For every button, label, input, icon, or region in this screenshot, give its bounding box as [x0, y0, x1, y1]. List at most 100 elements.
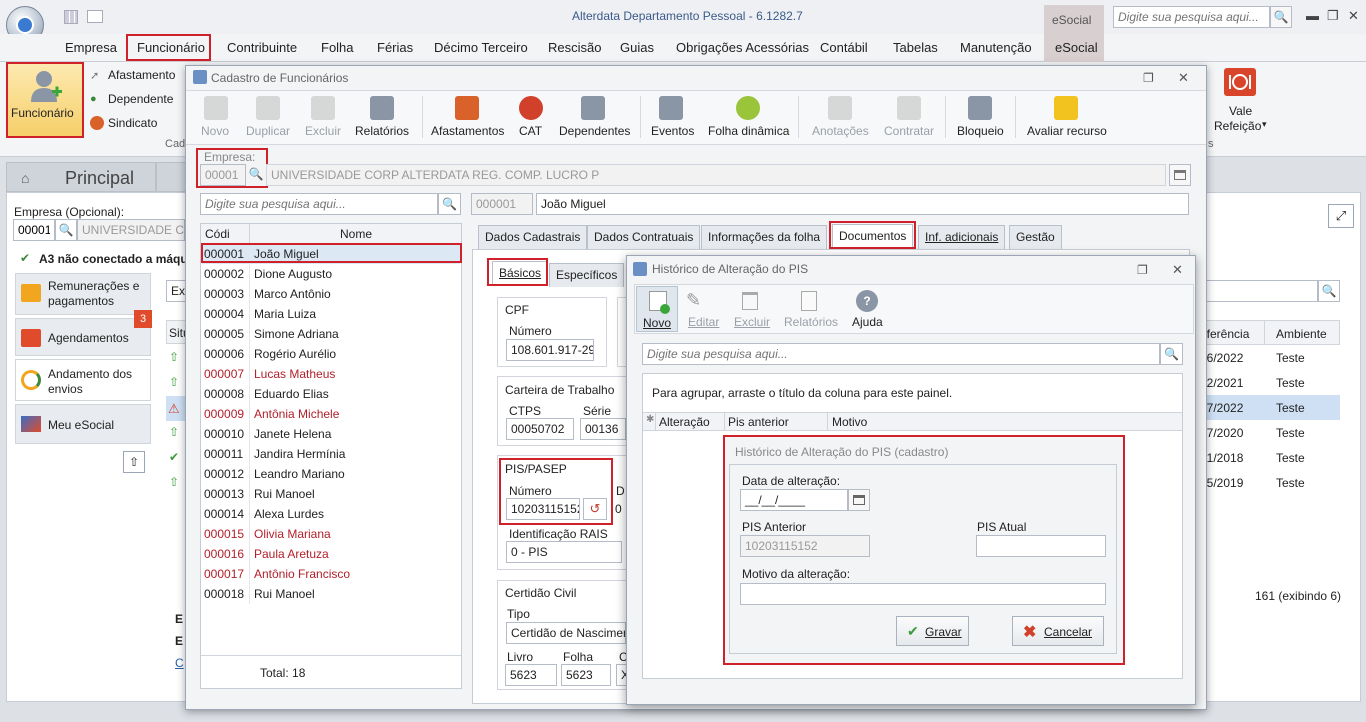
- selected-name-field[interactable]: João Miguel: [536, 193, 1189, 215]
- toolbar-novo-button[interactable]: Novo: [201, 124, 229, 138]
- table-row[interactable]: 000007 Lucas Matheus: [202, 364, 460, 384]
- table-row[interactable]: 000018 Rui Manoel: [202, 584, 460, 604]
- tab-documentos[interactable]: Documentos: [832, 224, 914, 250]
- relatorios-button[interactable]: Relatórios: [784, 315, 838, 329]
- menu-contabil[interactable]: Contábil: [820, 40, 868, 55]
- table-row[interactable]: 000014 Alexa Lurdes: [202, 504, 460, 524]
- funcionario-ribbon-button[interactable]: Funcionário: [7, 63, 83, 137]
- vale-label[interactable]: Vale: [1229, 104, 1252, 118]
- table-row[interactable]: 07/2022 Teste: [1196, 395, 1340, 420]
- menu-manutencao[interactable]: Manutenção: [960, 40, 1032, 55]
- cancelar-button[interactable]: ✖ Cancelar: [1012, 616, 1104, 646]
- toolbar-cat-button[interactable]: CAT: [519, 124, 542, 138]
- tab-dados-contratuais[interactable]: Dados Contratuais: [587, 225, 701, 249]
- toolbar-folha-dinâmica-button[interactable]: Folha dinâmica: [708, 124, 789, 138]
- menu-ferias[interactable]: Férias: [377, 40, 413, 55]
- novo-button[interactable]: Novo: [636, 286, 678, 332]
- global-search-input[interactable]: [1113, 6, 1270, 28]
- qat-grid-icon[interactable]: [64, 10, 78, 24]
- toolbar-excluir-button[interactable]: Excluir: [305, 124, 341, 138]
- nav-andamento[interactable]: Andamento dos envios: [15, 359, 151, 401]
- menu-folha[interactable]: Folha: [321, 40, 354, 55]
- gravar-button[interactable]: ✔ Gravar: [896, 616, 969, 646]
- historico-search-input[interactable]: [642, 343, 1160, 365]
- expand-icon[interactable]: ⤢: [1328, 204, 1354, 228]
- table-row[interactable]: 000005 Simone Adriana: [202, 324, 460, 344]
- excluir-button[interactable]: Excluir: [734, 315, 770, 329]
- c-link[interactable]: C: [175, 656, 184, 670]
- col-referencia[interactable]: eferência: [1200, 327, 1249, 341]
- close-icon[interactable]: ✕: [1348, 8, 1359, 24]
- toolbar-anotações-button[interactable]: Anotações: [812, 124, 869, 138]
- restore-icon[interactable]: ❐: [1137, 263, 1148, 277]
- tipo-select[interactable]: Certidão de Nascimen: [506, 622, 626, 644]
- tab-principal[interactable]: ⌂ Principal: [6, 162, 156, 192]
- table-row[interactable]: 12/2021 Teste: [1196, 370, 1340, 395]
- table-row[interactable]: 000008 Eduardo Elias: [202, 384, 460, 404]
- table-row[interactable]: 000003 Marco Antônio: [202, 284, 460, 304]
- table-row[interactable]: 07/2020 Teste: [1196, 420, 1340, 445]
- col-pis-anterior[interactable]: Pis anterior: [728, 415, 789, 429]
- table-row[interactable]: 000002 Dione Augusto: [202, 264, 460, 284]
- nav-remuneracoes[interactable]: Remunerações e pagamentos: [15, 273, 151, 315]
- menu-funcionario[interactable]: Funcionário: [137, 40, 205, 55]
- tab-inf-adicionais[interactable]: Inf. adicionais: [918, 225, 1006, 249]
- pis-atual-input[interactable]: [976, 535, 1106, 557]
- close-icon[interactable]: ✕: [1172, 262, 1183, 278]
- editar-button[interactable]: Editar: [688, 315, 719, 329]
- motivo-input[interactable]: [740, 583, 1106, 605]
- table-row[interactable]: 000004 Maria Luiza: [202, 304, 460, 324]
- menu-rescisao[interactable]: Rescisão: [548, 40, 601, 55]
- dropdown-arrow-icon[interactable]: ▾: [1262, 119, 1267, 130]
- table-row[interactable]: 000015 Olivia Mariana: [202, 524, 460, 544]
- table-row[interactable]: 000013 Rui Manoel: [202, 484, 460, 504]
- cpf-field[interactable]: 108.601.917-29: [506, 339, 594, 361]
- folha-field[interactable]: 5623: [561, 664, 611, 686]
- refeicao-label[interactable]: Refeição: [1214, 119, 1261, 133]
- empresa-code-input[interactable]: [13, 219, 55, 241]
- search-icon[interactable]: 🔍: [1318, 280, 1340, 302]
- toolbar-dependentes-button[interactable]: Dependentes: [559, 124, 630, 138]
- search-icon[interactable]: 🔍: [1160, 343, 1183, 365]
- col-name[interactable]: Nome: [340, 227, 372, 241]
- table-row[interactable]: 000012 Leandro Mariano: [202, 464, 460, 484]
- table-row[interactable]: 000016 Paula Aretuza: [202, 544, 460, 564]
- tab-dados-cadastrais[interactable]: Dados Cadastrais: [478, 225, 588, 249]
- menu-obrigacoes[interactable]: Obrigações Acessórias: [676, 40, 809, 55]
- menu-esocial[interactable]: eSocial: [1055, 40, 1098, 55]
- menu-tabelas[interactable]: Tabelas: [893, 40, 938, 55]
- table-row[interactable]: 01/2018 Teste: [1196, 445, 1340, 470]
- col-alteracao[interactable]: Alteração: [659, 415, 710, 429]
- employee-search-input[interactable]: [200, 193, 438, 215]
- menu-guias[interactable]: Guias: [620, 40, 654, 55]
- toolbar-bloqueio-button[interactable]: Bloqueio: [957, 124, 1004, 138]
- minimize-icon[interactable]: ▬: [1306, 8, 1319, 23]
- menu-contribuinte[interactable]: Contribuinte: [227, 40, 297, 55]
- menu-empresa[interactable]: Empresa: [65, 40, 117, 55]
- toolbar-afastamentos-button[interactable]: Afastamentos: [431, 124, 504, 138]
- toolbar-contratar-button[interactable]: Contratar: [884, 124, 934, 138]
- menu-decimo-terceiro[interactable]: Décimo Terceiro: [434, 40, 528, 55]
- toolbar-avaliar-recurso-button[interactable]: Avaliar recurso: [1027, 124, 1107, 138]
- restore-icon[interactable]: ❐: [1143, 71, 1154, 85]
- upload-icon[interactable]: ⇧: [123, 451, 145, 473]
- toolbar-duplicar-button[interactable]: Duplicar: [246, 124, 290, 138]
- nav-agendamentos[interactable]: Agendamentos 3: [15, 310, 152, 356]
- search-icon[interactable]: 🔍: [55, 219, 77, 241]
- calendar-icon[interactable]: [1169, 164, 1191, 186]
- tab-informacoes-folha[interactable]: Informações da folha: [701, 225, 828, 249]
- table-row[interactable]: 000001 João Miguel: [202, 244, 460, 264]
- subtab-especificos[interactable]: Específicos: [549, 263, 625, 287]
- rais-select[interactable]: 0 - PIS: [506, 541, 622, 563]
- data-alteracao-input[interactable]: __/__/____: [740, 489, 848, 511]
- col-ambiente[interactable]: Ambiente: [1276, 327, 1327, 341]
- subtab-basicos[interactable]: Básicos: [492, 261, 549, 285]
- table-row[interactable]: 06/2022 Teste: [1196, 345, 1340, 370]
- col-motivo[interactable]: Motivo: [832, 415, 867, 429]
- table-row[interactable]: 000011 Jandira Hermínia: [202, 444, 460, 464]
- col-code[interactable]: Códi: [205, 227, 230, 241]
- search-icon[interactable]: 🔍: [246, 164, 266, 186]
- table-row[interactable]: 05/2019 Teste: [1196, 470, 1340, 495]
- history-icon[interactable]: ↺: [583, 498, 607, 520]
- search-icon[interactable]: 🔍: [438, 193, 461, 215]
